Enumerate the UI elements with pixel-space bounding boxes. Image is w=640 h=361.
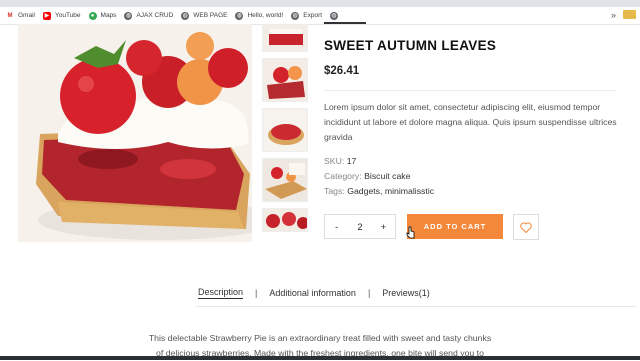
product-title: SWEET AUTUMN LEAVES [324,38,497,53]
bookmark-label: Hello, world! [247,12,284,19]
thumbnail-4[interactable] [262,158,308,202]
quantity-input[interactable]: 2 [348,222,371,232]
tab-additional-information[interactable]: Additional information [269,288,356,298]
tab-separator: | [367,288,371,298]
quantity-increase-button[interactable]: + [372,222,395,232]
browser-address-bar [0,0,640,7]
gmail-icon: M [6,11,14,20]
category-link[interactable]: Biscuit cake [364,171,410,181]
quantity-decrease-button[interactable]: - [325,222,348,232]
bookmark-label: Gmail [18,12,35,19]
maps-icon: ● [88,11,97,20]
category-label: Category: [324,171,362,181]
thumbnail-image [263,25,307,51]
globe-icon: ◍ [291,11,300,20]
product-tags: Tags: Gadgets, minimalisstic [324,186,434,196]
tags-links[interactable]: Gadgets, minimalisstic [347,186,434,196]
product-category: Category: Biscuit cake [324,171,410,181]
thumbnail-image [263,159,307,201]
globe-icon: ◍ [330,11,339,20]
bookmark-label: Export [303,12,323,19]
wishlist-button[interactable] [513,214,539,240]
bookmark-ajax-crud[interactable]: ◍ AJAX CRUD [124,11,174,20]
thumbnail-3[interactable] [262,108,308,152]
tabs-divider [196,306,636,307]
product-price: $26.41 [324,65,360,77]
bookmarks-more-icon[interactable]: » [611,10,616,20]
heart-icon [520,222,532,233]
product-sku: SKU: 17 [324,156,356,166]
bookmark-gmail[interactable]: M Gmail [6,11,35,20]
thumbnail-image [263,209,307,231]
tags-label: Tags: [324,186,345,196]
divider [324,90,616,91]
sku-label: SKU: [324,156,345,166]
tab-previews[interactable]: Previews(1) [382,288,430,298]
thumbnail-1[interactable] [262,24,308,52]
taskbar [0,356,640,360]
quantity-stepper: - 2 + [324,214,396,239]
product-main-image[interactable] [18,24,252,242]
bookmark-web-page[interactable]: ◍ WEB PAGE [181,11,228,20]
thumbnail-2[interactable] [262,58,308,102]
bookmark-label: Maps [100,12,117,19]
bookmark-label: YouTube [54,12,81,19]
bookmark-youtube[interactable]: ▶ YouTube [42,11,81,20]
thumbnail-image [263,109,307,151]
section-accent-line [324,22,366,24]
product-description: Lorem ipsum dolor sit amet, consectetur … [324,102,617,142]
tab-description[interactable]: Description [198,287,244,299]
description-line-1: This delectable Strawberry Pie is an ext… [148,333,492,343]
bookmark-hello-world[interactable]: ◍ Hello, world! [235,11,284,20]
youtube-icon: ▶ [42,11,51,20]
thumbnail-list [262,24,308,238]
bookmark-globe[interactable]: ◍ [330,11,342,20]
product-tabs: Description | Additional information | P… [198,287,430,299]
add-to-cart-button[interactable]: ADD TO CART [407,214,503,239]
bookmark-maps[interactable]: ● Maps [88,11,117,20]
bookmark-label: WEB PAGE [193,12,228,19]
globe-icon: ◍ [181,11,190,20]
sku-value: 17 [346,156,357,166]
tab-separator: | [255,288,258,298]
thumbnail-image [263,59,307,101]
thumbnail-5[interactable] [262,208,308,232]
globe-icon: ◍ [124,11,133,20]
bookmark-export[interactable]: ◍ Export [291,11,323,20]
globe-icon: ◍ [235,11,244,20]
folder-icon[interactable] [623,10,636,19]
bookmarks-bar: M Gmail ▶ YouTube ● Maps ◍ AJAX CRUD ◍ W… [0,7,640,25]
hand-cursor-icon [406,226,415,239]
strawberry-pie-image [18,24,252,242]
bookmark-label: AJAX CRUD [136,12,174,19]
